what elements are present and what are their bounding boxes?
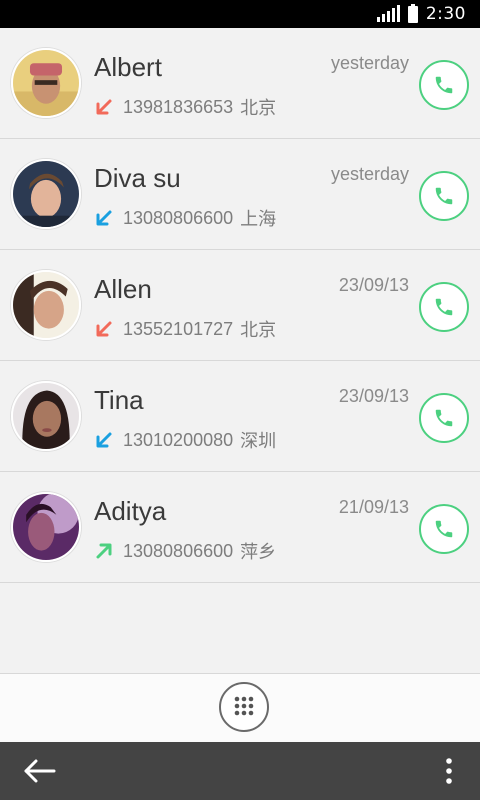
call-detail: 13080806600 萍乡 (94, 538, 276, 564)
overflow-menu-icon[interactable] (438, 756, 460, 786)
call-button[interactable] (419, 60, 469, 110)
status-time: 2:30 (425, 4, 466, 24)
dialpad-button[interactable] (219, 682, 269, 732)
call-location: 北京 (240, 320, 277, 340)
phone-number: 13080806600 (123, 207, 234, 228)
call-log-list: Albert yesterday 13981836653 北京 Diva su … (0, 28, 480, 583)
call-detail: 13981836653 北京 (94, 94, 276, 120)
back-arrow-icon[interactable] (22, 756, 58, 786)
dialpad-bar (0, 673, 480, 743)
call-button[interactable] (419, 282, 469, 332)
contact-avatar[interactable] (11, 48, 81, 118)
contact-name: Aditya (94, 496, 167, 526)
call-detail: 13552101727 北京 (94, 316, 276, 342)
call-date: yesterday (330, 53, 409, 73)
missed-call-arrow-icon (96, 99, 112, 115)
battery-icon (407, 3, 418, 23)
phone-number: 13981836653 (123, 96, 234, 117)
call-date: yesterday (330, 164, 409, 184)
outgoing-call-arrow-icon (96, 543, 112, 559)
phone-icon (435, 409, 453, 427)
call-location: 上海 (240, 209, 277, 229)
contact-avatar[interactable] (11, 270, 81, 340)
call-button[interactable] (419, 504, 469, 554)
call-location: 深圳 (240, 431, 277, 451)
contact-avatar[interactable] (11, 492, 81, 562)
contact-avatar[interactable] (11, 381, 81, 451)
status-icons: 2:30 (376, 0, 466, 28)
call-log-item[interactable]: Aditya 21/09/13 13080806600 萍乡 (0, 472, 480, 583)
phone-number: 13552101727 (123, 318, 234, 339)
phone-number: 13080806600 (123, 540, 234, 561)
call-detail: 13080806600 上海 (94, 205, 276, 231)
call-button[interactable] (419, 171, 469, 221)
contact-name: Diva su (94, 163, 181, 193)
contact-name: Albert (94, 52, 162, 82)
signal-icon (376, 5, 400, 22)
call-log-item[interactable]: Diva su yesterday 13080806600 上海 (0, 139, 480, 250)
call-date: 21/09/13 (338, 497, 409, 517)
phone-icon (435, 298, 453, 316)
status-bar: 2:30 (0, 0, 480, 28)
incoming-call-arrow-icon (96, 210, 112, 226)
phone-icon (435, 520, 453, 538)
contact-name: Tina (94, 385, 144, 415)
call-log-item[interactable]: Tina 23/09/13 13010200080 深圳 (0, 361, 480, 472)
phone-number: 13010200080 (123, 429, 234, 450)
dialpad-icon (234, 696, 254, 716)
call-date: 23/09/13 (338, 275, 409, 295)
call-location: 北京 (240, 98, 277, 118)
call-date: 23/09/13 (338, 386, 409, 406)
phone-icon (435, 76, 453, 94)
missed-call-arrow-icon (96, 321, 112, 337)
contact-name: Allen (94, 274, 152, 304)
call-location: 萍乡 (240, 542, 277, 562)
contact-avatar[interactable] (11, 159, 81, 229)
navigation-bar (0, 742, 480, 800)
phone-icon (435, 187, 453, 205)
call-detail: 13010200080 深圳 (94, 427, 276, 453)
call-button[interactable] (419, 393, 469, 443)
call-log-item[interactable]: Allen 23/09/13 13552101727 北京 (0, 250, 480, 361)
call-log-item[interactable]: Albert yesterday 13981836653 北京 (0, 28, 480, 139)
incoming-call-arrow-icon (96, 432, 112, 448)
